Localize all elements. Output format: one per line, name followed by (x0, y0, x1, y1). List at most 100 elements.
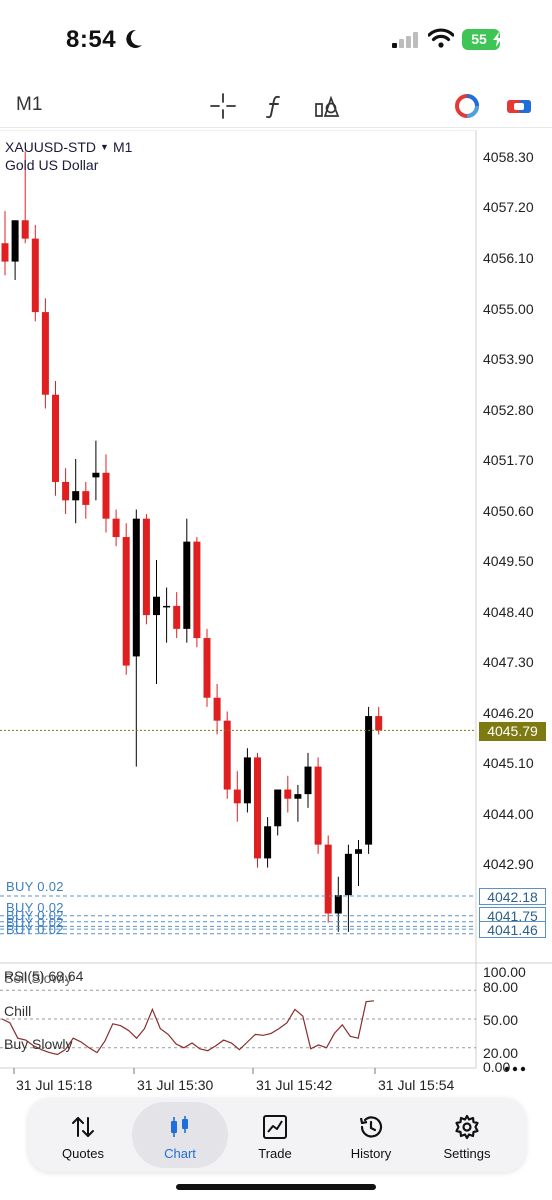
nav-settings[interactable]: Settings (422, 1102, 512, 1168)
drawing-objects-icon[interactable] (313, 92, 341, 120)
candle-body (264, 826, 272, 859)
candle-body (223, 720, 231, 790)
overlay-text-chill: Chill (4, 1003, 32, 1019)
candle-body (11, 220, 19, 262)
candle-body (203, 638, 211, 698)
current-price-tag: 4045.79 (479, 722, 546, 741)
rsi-scale-label: 80.00 (483, 979, 519, 995)
candle-body (1, 243, 9, 262)
candle-body (62, 481, 70, 501)
overlay-text-sell-slowly: Sell Slowly (4, 970, 72, 986)
color-theme-icon[interactable] (453, 92, 481, 120)
price-axis-label: 4057.20 (483, 199, 534, 215)
candle-body (142, 518, 150, 616)
chart-area[interactable]: XAUUSD-STD ▼ M1 Gold US Dollar 4058.30 405… (0, 130, 552, 1093)
candle-body (132, 518, 140, 657)
candle-body (173, 605, 181, 629)
nav-chart-label: Chart (164, 1146, 196, 1161)
order-price-tag[interactable]: 4042.18 (479, 888, 546, 905)
symbol-timeframe: M1 (112, 139, 133, 155)
candle-body (365, 716, 373, 845)
price-axis-label: 4056.10 (483, 250, 534, 266)
candle-body (193, 541, 201, 639)
history-clock-icon (359, 1116, 383, 1138)
wifi-icon (428, 28, 454, 48)
candle-body (243, 757, 251, 804)
candle-body (233, 789, 241, 804)
candle-body (304, 766, 312, 795)
candle-body (254, 757, 261, 859)
candle-body (21, 220, 29, 239)
indicators-function-icon[interactable] (261, 92, 289, 120)
candlestick-chart-icon (171, 1116, 188, 1137)
candle-body (92, 472, 100, 478)
price-axis-label: 4045.10 (483, 755, 534, 771)
nav-history-label: History (350, 1146, 392, 1161)
price-axis-label: 4046.20 (483, 705, 534, 721)
rsi-scale-label: 50.00 (483, 1012, 519, 1028)
candle-body (284, 789, 292, 799)
nav-history[interactable]: History (326, 1102, 416, 1168)
price-axis-label: 4055.00 (483, 301, 534, 317)
candle-body (344, 853, 352, 896)
charging-bolt-icon (493, 32, 502, 47)
status-bar: 8:54 55 (0, 0, 552, 84)
nav-trade[interactable]: Trade (230, 1102, 320, 1168)
crosshair-icon[interactable] (209, 92, 237, 120)
candle-body (334, 895, 342, 914)
candle-body (375, 716, 383, 731)
settings-gear-icon (455, 1114, 479, 1140)
price-axis-label: 4050.60 (483, 503, 534, 519)
candle-body (314, 766, 322, 845)
candle-body (41, 312, 49, 395)
rsi-scale-label: 0.00 (483, 1059, 511, 1075)
status-time: 8:54 (66, 26, 117, 53)
battery-level: 55 (471, 31, 487, 47)
price-axis-label: 4053.90 (483, 351, 534, 367)
rsi-scale-label: 100.00 (483, 964, 526, 980)
candle-body (213, 697, 221, 721)
time-axis-label: 31 Jul 15:18 (16, 1077, 93, 1093)
buy-order-label[interactable]: BUY 0.02 (6, 922, 64, 937)
chart-toolbar: M1 (0, 84, 552, 128)
candle-body (183, 541, 191, 629)
candle-body (82, 491, 90, 505)
price-axis-label: 4051.70 (483, 452, 534, 468)
candle-body (112, 518, 120, 538)
candle-body (72, 491, 80, 501)
price-axis-label: 4048.40 (483, 604, 534, 620)
time-axis-label: 31 Jul 15:42 (256, 1077, 333, 1093)
candle-body (102, 472, 110, 519)
bottom-navigation: Quotes Chart Trade History Settings (28, 1098, 526, 1172)
candle-body (52, 394, 59, 482)
candle-body (153, 596, 160, 616)
symbol-header[interactable]: XAUUSD-STD ▼ M1 (5, 139, 132, 155)
trade-chart-icon (263, 1115, 287, 1139)
price-chart[interactable] (0, 130, 552, 1090)
time-axis-label: 31 Jul 15:30 (137, 1077, 214, 1093)
price-axis-label: 4052.80 (483, 402, 534, 418)
moon-icon (126, 29, 142, 48)
candle-body (122, 537, 130, 666)
symbol-name: XAUUSD-STD (5, 139, 97, 155)
candle-body (31, 238, 39, 313)
price-axis-label: 4058.30 (483, 149, 534, 165)
symbol-dropdown-icon: ▼ (100, 142, 109, 152)
candle-body (324, 844, 332, 914)
candle-body (163, 605, 171, 608)
one-click-trading-icon[interactable] (505, 92, 533, 120)
overlay-text-buy-slowly: Buy Slowly (4, 1036, 73, 1052)
nav-quotes[interactable]: Quotes (38, 1102, 128, 1168)
time-axis-label: 31 Jul 15:54 (378, 1077, 455, 1093)
timeframe-button[interactable]: M1 (16, 94, 42, 116)
home-indicator (176, 1184, 376, 1190)
price-axis-label: 4047.30 (483, 654, 534, 670)
price-axis-label: 4044.00 (483, 806, 534, 822)
candle-body (274, 789, 282, 827)
order-price-tag[interactable]: 4041.46 (479, 921, 546, 938)
nav-quotes-label: Quotes (62, 1146, 104, 1161)
buy-order-label[interactable]: BUY 0.02 (6, 879, 64, 894)
nav-chart[interactable]: Chart (132, 1102, 228, 1168)
candle-body (355, 849, 362, 854)
nav-settings-label: Settings (443, 1146, 491, 1161)
